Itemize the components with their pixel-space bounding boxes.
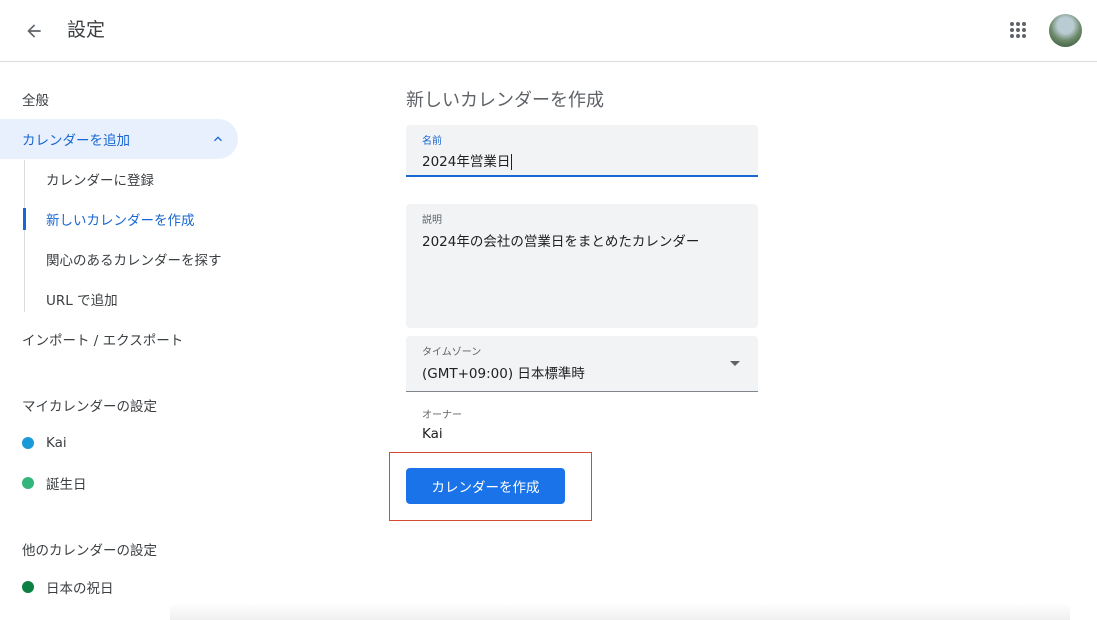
calendar-color-dot <box>22 581 34 593</box>
calendar-name: 誕生日 <box>46 477 87 493</box>
arrow-back-icon <box>27 24 41 38</box>
description-field[interactable]: 説明 2024年の会社の営業日をまとめたカレンダー <box>406 204 758 328</box>
page-title: 設定 <box>67 19 106 41</box>
my-calendars-heading: マイカレンダーの設定 <box>22 399 157 415</box>
subnav-selected-marker <box>23 208 26 230</box>
sidebar-item-import-export[interactable]: インポート / エクスポート <box>22 319 183 359</box>
sidebar-item-add-calendar[interactable]: カレンダーを追加 <box>0 119 238 159</box>
back-button[interactable] <box>20 17 48 45</box>
calendar-color-dot <box>22 477 34 489</box>
bottom-shadow <box>170 602 1070 620</box>
other-calendar-item[interactable]: 日本の祝日 <box>22 575 114 599</box>
sidebar-item-subscribe[interactable]: カレンダーに登録 <box>46 159 154 199</box>
name-field[interactable]: 名前 2024年営業日 <box>406 125 758 177</box>
text-cursor <box>511 154 513 170</box>
calendar-color-dot <box>22 437 34 449</box>
description-label: 説明 <box>422 215 442 226</box>
name-label: 名前 <box>422 136 442 147</box>
sidebar-item-create-new[interactable]: 新しいカレンダーを作成 <box>46 199 195 239</box>
form-title: 新しいカレンダーを作成 <box>406 90 604 111</box>
description-input-value[interactable]: 2024年の会社の営業日をまとめたカレンダー <box>422 230 699 250</box>
my-calendar-item[interactable]: 誕生日 <box>22 471 87 495</box>
owner-label: オーナー <box>422 410 462 421</box>
sidebar-item-add-calendar-label: カレンダーを追加 <box>22 133 130 149</box>
sidebar-item-general[interactable]: 全般 <box>22 79 49 119</box>
apps-grid-icon <box>1010 22 1026 38</box>
calendar-name: Kai <box>46 435 67 451</box>
timezone-value: (GMT+09:00) 日本標準時 <box>422 366 585 382</box>
timezone-select[interactable]: タイムゾーン (GMT+09:00) 日本標準時 <box>406 336 758 392</box>
my-calendar-item[interactable]: Kai <box>22 431 67 455</box>
other-calendars-heading: 他のカレンダーの設定 <box>22 543 157 559</box>
subnav-divider <box>24 160 25 312</box>
sidebar-item-browse[interactable]: 関心のあるカレンダーを探す <box>46 239 222 279</box>
chevron-up-icon[interactable] <box>210 131 226 147</box>
top-header: 設定 <box>0 0 1097 62</box>
calendar-name: 日本の祝日 <box>46 581 114 597</box>
name-input-value[interactable]: 2024年営業日 <box>422 150 513 170</box>
dropdown-arrow-icon <box>730 361 740 366</box>
create-calendar-button[interactable]: カレンダーを作成 <box>406 468 565 504</box>
owner-value: Kai <box>422 426 443 442</box>
apps-button[interactable] <box>1004 16 1032 44</box>
timezone-label: タイムゾーン <box>422 347 482 358</box>
account-avatar[interactable] <box>1049 14 1082 47</box>
sidebar-item-from-url[interactable]: URL で追加 <box>46 279 118 319</box>
